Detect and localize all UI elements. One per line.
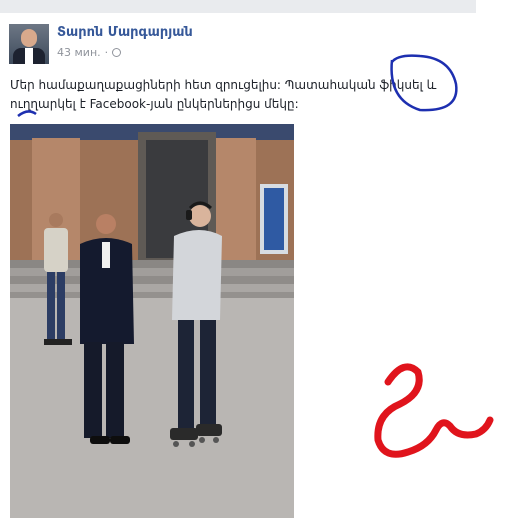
post-caption: Մեր համաքաղաքացիների հետ զրուցելիս: Պատա… [10,78,437,111]
post-photo[interactable] [10,124,294,518]
feed-top-bar [0,0,476,13]
author-name-link[interactable]: Տարոն Մարգարյան [57,25,193,40]
author-avatar[interactable] [9,24,49,64]
post-meta: 43 мин. · [57,46,122,59]
globe-icon[interactable] [112,48,122,57]
post-timestamp[interactable]: 43 мин. [57,46,101,59]
meta-separator: · [104,46,109,59]
